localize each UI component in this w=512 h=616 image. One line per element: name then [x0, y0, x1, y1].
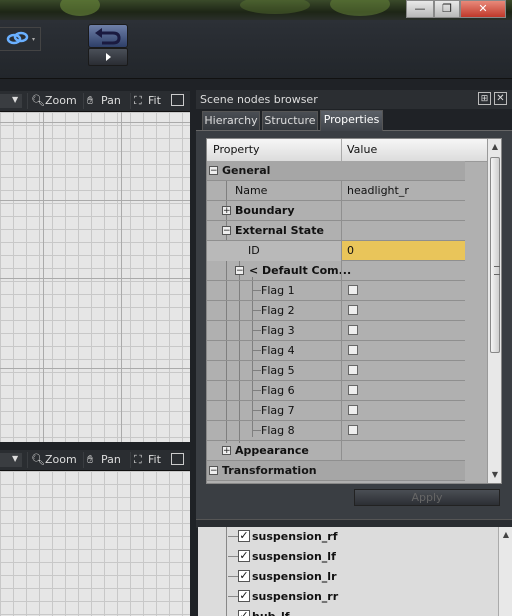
- close-button[interactable]: ✕: [460, 0, 506, 18]
- collapse-icon[interactable]: −: [222, 226, 231, 236]
- maximize-button[interactable]: ❐: [434, 0, 460, 18]
- property-row-flag[interactable]: Flag 5: [207, 361, 465, 381]
- property-row-flag[interactable]: Flag 3: [207, 321, 465, 341]
- view-mode-dropdown[interactable]: ▼: [0, 453, 22, 467]
- hand-icon: ✋︎: [87, 94, 94, 107]
- expand-icon[interactable]: +: [222, 446, 231, 456]
- magnifier-icon: 🔍︎: [31, 94, 45, 107]
- maximize-viewport-icon[interactable]: [171, 94, 184, 106]
- node-list: ✓ suspension_rf ✓ suspension_lf ✓ suspen…: [198, 527, 512, 616]
- collapse-icon[interactable]: −: [209, 166, 218, 176]
- property-row-flag[interactable]: Flag 8: [207, 421, 465, 441]
- expand-icon[interactable]: +: [222, 206, 231, 216]
- flag-checkbox[interactable]: [348, 325, 358, 335]
- property-row-default-components[interactable]: − < Default Com...: [207, 261, 465, 281]
- name-value[interactable]: headlight_r: [347, 184, 409, 197]
- magnifier-icon: 🔍︎: [31, 453, 45, 466]
- view-mode-dropdown[interactable]: ▼: [0, 94, 22, 108]
- pin-icon[interactable]: ⊞: [478, 92, 491, 105]
- flag-checkbox[interactable]: [348, 385, 358, 395]
- list-item[interactable]: ✓ suspension_lf: [198, 547, 498, 567]
- flag-checkbox[interactable]: [348, 425, 358, 435]
- column-header-property[interactable]: Property: [213, 143, 260, 156]
- viewport-toolbar-top: ▼ 🔍︎ Zoom ✋︎ Pan ⛶ Fit: [0, 91, 190, 112]
- list-item[interactable]: ✓ suspension_rf: [198, 527, 498, 547]
- tab-structure[interactable]: Structure: [262, 111, 318, 130]
- property-row-boundary[interactable]: + Boundary: [207, 201, 465, 221]
- apply-button[interactable]: Apply: [354, 489, 500, 506]
- node-checkbox[interactable]: ✓: [238, 550, 250, 562]
- chevron-down-icon: ▼: [12, 95, 19, 104]
- zoom-tool[interactable]: 🔍︎ Zoom: [27, 452, 77, 468]
- property-row-flag[interactable]: Flag 1: [207, 281, 465, 301]
- fit-tool[interactable]: ⛶ Fit: [130, 452, 161, 468]
- pan-tool[interactable]: ✋︎ Pan: [83, 93, 121, 109]
- category-general[interactable]: − General: [207, 161, 465, 181]
- viewport-bottom[interactable]: [0, 471, 190, 616]
- property-grid: Property Value − General Name headlight_…: [206, 138, 502, 484]
- scroll-up-icon[interactable]: ▲: [501, 529, 511, 541]
- tab-properties[interactable]: Properties: [320, 110, 383, 131]
- grid-header: Property Value: [207, 139, 487, 162]
- flag-checkbox[interactable]: [348, 365, 358, 375]
- viewport-toolbar-bottom: ▼ 🔍︎ Zoom ✋︎ Pan ⛶ Fit: [0, 450, 190, 471]
- flag-checkbox[interactable]: [348, 285, 358, 295]
- chevron-down-icon: ▼: [12, 454, 19, 463]
- list-item[interactable]: ✓ hub_lf: [198, 607, 498, 616]
- node-checkbox[interactable]: ✓: [238, 570, 250, 582]
- column-header-value[interactable]: Value: [347, 143, 377, 156]
- property-row-name[interactable]: Name headlight_r: [207, 181, 465, 201]
- collapse-icon[interactable]: −: [235, 266, 244, 276]
- property-row-flag[interactable]: Flag 4: [207, 341, 465, 361]
- flag-checkbox[interactable]: [348, 305, 358, 315]
- list-item[interactable]: ✓ suspension_lr: [198, 567, 498, 587]
- undo-button[interactable]: [88, 24, 128, 48]
- grid-scrollbar[interactable]: ▲ ▼: [487, 139, 501, 483]
- pan-tool[interactable]: ✋︎ Pan: [83, 452, 121, 468]
- maximize-viewport-icon[interactable]: [171, 453, 184, 465]
- property-row-flag[interactable]: Flag 6: [207, 381, 465, 401]
- collapse-icon[interactable]: −: [209, 466, 218, 476]
- tab-hierarchy[interactable]: Hierarchy: [202, 111, 260, 130]
- property-row-flag[interactable]: Flag 2: [207, 301, 465, 321]
- property-row-external-state[interactable]: − External State: [207, 221, 465, 241]
- play-button[interactable]: [88, 48, 128, 66]
- fit-icon: ⛶: [134, 94, 142, 107]
- viewport-top[interactable]: [0, 112, 190, 442]
- flag-checkbox[interactable]: [348, 405, 358, 415]
- panel-close-icon[interactable]: ✕: [494, 92, 507, 105]
- tab-bar: Hierarchy Structure Properties: [196, 110, 512, 131]
- tree-guide-line: [226, 527, 227, 616]
- node-checkbox[interactable]: ✓: [238, 610, 250, 616]
- play-icon: [106, 53, 111, 61]
- fit-icon: ⛶: [134, 453, 142, 466]
- main-toolbar: [0, 20, 512, 79]
- panel-title: Scene nodes browser: [196, 90, 512, 109]
- hand-icon: ✋︎: [87, 453, 94, 466]
- scrollbar-thumb[interactable]: [490, 157, 500, 353]
- property-row-id[interactable]: ID 0: [207, 241, 465, 261]
- flag-checkbox[interactable]: [348, 345, 358, 355]
- link-icon: [6, 31, 35, 45]
- node-checkbox[interactable]: ✓: [238, 590, 250, 602]
- list-item[interactable]: ✓ suspension_rr: [198, 587, 498, 607]
- node-checkbox[interactable]: ✓: [238, 530, 250, 542]
- zoom-tool[interactable]: 🔍︎ Zoom: [27, 93, 77, 109]
- property-row-appearance[interactable]: + Appearance: [207, 441, 465, 461]
- scroll-down-icon[interactable]: ▼: [490, 469, 500, 481]
- fit-tool[interactable]: ⛶ Fit: [130, 93, 161, 109]
- undo-icon: [95, 28, 121, 45]
- category-transformation[interactable]: − Transformation: [207, 461, 465, 481]
- id-value[interactable]: 0: [347, 244, 354, 257]
- scroll-up-icon[interactable]: ▲: [490, 141, 500, 153]
- node-list-scrollbar[interactable]: ▲: [498, 527, 512, 616]
- link-tool-button[interactable]: [0, 27, 41, 51]
- property-row-flag[interactable]: Flag 7: [207, 401, 465, 421]
- minimize-button[interactable]: —: [406, 0, 434, 18]
